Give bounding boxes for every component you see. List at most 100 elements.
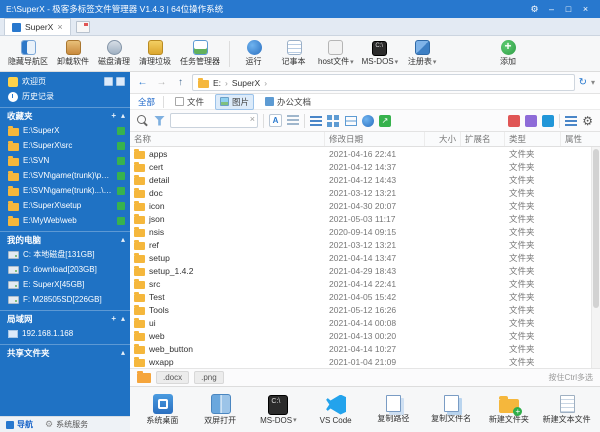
filter-input[interactable] <box>170 113 258 128</box>
file-row[interactable]: web 2021-04-13 00:20 文件夹 <box>130 329 591 342</box>
file-row[interactable]: icon 2021-04-30 20:07 文件夹 <box>130 199 591 212</box>
collapse-icon[interactable]: ▴ <box>121 314 125 323</box>
column-ext[interactable]: 扩展名 <box>461 132 505 146</box>
toolbar-button[interactable]: host文件 ▾ <box>314 38 358 70</box>
file-row[interactable]: setup 2021-04-14 13:47 文件夹 <box>130 251 591 264</box>
file-row[interactable]: apps 2021-04-16 22:41 文件夹 <box>130 147 591 160</box>
file-row[interactable]: Tools 2021-05-12 16:26 文件夹 <box>130 303 591 316</box>
file-row[interactable]: cert 2021-04-12 14:37 文件夹 <box>130 160 591 173</box>
file-row[interactable]: src 2021-04-14 22:41 文件夹 <box>130 277 591 290</box>
file-row[interactable]: ref 2021-03-12 13:21 文件夹 <box>130 238 591 251</box>
up-icon[interactable]: ↑ <box>173 77 188 88</box>
breadcrumb-drive[interactable]: E: <box>213 78 221 88</box>
column-attr[interactable]: 属性 <box>561 132 591 146</box>
new-tab-icon[interactable] <box>76 21 90 33</box>
pinned-marker-icon[interactable] <box>117 157 125 165</box>
add-favorite-icon[interactable]: + <box>111 111 116 120</box>
drive-item[interactable]: E: SuperX[45GB] <box>0 277 130 292</box>
favorite-item[interactable]: E:\SuperX\setup <box>0 198 130 213</box>
vertical-scrollbar[interactable] <box>591 147 600 368</box>
scrollbar-thumb[interactable] <box>593 149 599 308</box>
tab-superx[interactable]: SuperX × <box>4 18 71 35</box>
bottom-toolbar-button[interactable]: 新建文本文件 <box>538 389 596 431</box>
section-lan-header[interactable]: 局域网 + ▴ <box>0 310 130 326</box>
drive-item[interactable]: F: M28505SD[226GB] <box>0 292 130 307</box>
back-icon[interactable]: ← <box>135 77 150 88</box>
toolbar-button[interactable]: 磁盘清理 <box>94 38 135 70</box>
favorite-item[interactable]: E:\MyWeb\web <box>0 213 130 228</box>
collapse-icon[interactable]: ▴ <box>121 111 125 120</box>
tab-navigation[interactable]: 导航 <box>0 417 39 432</box>
search-icon[interactable] <box>137 115 149 127</box>
pinned-marker-icon[interactable] <box>117 142 125 150</box>
lan-item[interactable]: 192.168.1.168 <box>0 326 130 341</box>
sidebar-item-welcome[interactable]: 欢迎页 <box>0 74 130 89</box>
favorite-tool-icon[interactable] <box>508 115 520 127</box>
drive-item[interactable]: D: download[203GB] <box>0 262 130 277</box>
share-icon[interactable]: ↗ <box>379 115 391 127</box>
toolbar-button[interactable]: 卸载软件 <box>53 38 94 70</box>
column-type[interactable]: 类型 <box>505 132 561 146</box>
filter-office[interactable]: 办公文档 <box>261 95 315 109</box>
detail-view-icon[interactable] <box>345 116 357 126</box>
bottom-toolbar-button[interactable]: 系统桌面 <box>134 389 192 431</box>
filter-funnel-icon[interactable] <box>154 116 165 126</box>
file-row[interactable]: nsis 2020-09-14 09:15 文件夹 <box>130 225 591 238</box>
toolbar-button[interactable]: 运行 <box>234 38 274 70</box>
pinned-marker-icon[interactable] <box>117 187 125 195</box>
recent-folder-icon[interactable] <box>137 373 151 383</box>
sort-icon[interactable] <box>287 115 299 126</box>
favorite-item[interactable]: E:\SuperX <box>0 123 130 138</box>
tab-close-icon[interactable]: × <box>57 22 62 32</box>
toolbar-button[interactable]: 隐藏导航区 <box>4 38 53 70</box>
tab-system-services[interactable]: ⚙ 系统服务 <box>39 417 94 432</box>
panel-toggle-icon[interactable] <box>104 77 113 86</box>
section-favorites-header[interactable]: 收藏夹 + ▴ <box>0 107 130 123</box>
bottom-toolbar-button[interactable]: 复制路径 <box>365 389 423 431</box>
bottom-toolbar-button[interactable]: 复制文件名 <box>423 389 481 431</box>
favorite-item[interactable]: E:\SVN\game(trunk)...\application <box>0 183 130 198</box>
file-row[interactable]: ui 2021-04-14 00:08 文件夹 <box>130 316 591 329</box>
forward-icon[interactable]: → <box>154 77 169 88</box>
bottom-toolbar-button[interactable]: MS-DOS ▾ <box>250 389 308 431</box>
sync-icon[interactable] <box>362 115 374 127</box>
column-size[interactable]: 大小 <box>425 132 461 146</box>
pinned-marker-icon[interactable] <box>117 217 125 225</box>
section-computer-header[interactable]: 我的电脑 ▴ <box>0 231 130 247</box>
grid-view-icon[interactable] <box>327 115 332 120</box>
filter-all[interactable]: 全部 <box>138 96 164 108</box>
address-dropdown-icon[interactable]: ▾ <box>591 78 595 87</box>
file-row[interactable]: web_button 2021-04-14 10:27 文件夹 <box>130 342 591 355</box>
file-row[interactable]: detail 2021-04-12 14:43 文件夹 <box>130 173 591 186</box>
favorite-item[interactable]: E:\SuperX\src <box>0 138 130 153</box>
panel-layout-icon[interactable] <box>116 77 125 86</box>
filter-image[interactable]: 图片 <box>215 94 254 110</box>
add-button[interactable]: 添加 <box>488 38 528 70</box>
font-color-icon[interactable]: A <box>269 114 282 127</box>
filter-file[interactable]: 文件 <box>171 95 208 109</box>
close-button[interactable]: × <box>577 4 594 14</box>
view-settings-gear-icon[interactable]: ⚙ <box>582 114 593 128</box>
bottom-toolbar-button[interactable]: 双屏打开 <box>192 389 250 431</box>
maximize-button[interactable]: □ <box>560 4 577 14</box>
toolbar-button[interactable]: 注册表 ▾ <box>402 38 442 70</box>
favorite-item[interactable]: E:\SVN\game(trunk)\pc\SuperX <box>0 168 130 183</box>
pinned-marker-icon[interactable] <box>117 172 125 180</box>
extension-chip[interactable]: .png <box>194 371 224 384</box>
column-date[interactable]: 修改日期 <box>325 132 425 146</box>
collapse-icon[interactable]: ▴ <box>121 235 125 244</box>
theme-tool-icon[interactable] <box>525 115 537 127</box>
bottom-toolbar-button[interactable]: VS Code <box>307 389 365 431</box>
settings-gear-icon[interactable]: ⚙ <box>526 4 543 15</box>
favorite-item[interactable]: E:\SVN <box>0 153 130 168</box>
minimize-button[interactable]: – <box>543 4 560 14</box>
pinned-marker-icon[interactable] <box>117 202 125 210</box>
vscode-tool-icon[interactable] <box>542 115 554 127</box>
section-shared-header[interactable]: 共享文件夹 ▴ <box>0 344 130 360</box>
compact-list-icon[interactable] <box>565 116 577 126</box>
drive-item[interactable]: C: 本地磁盘[131GB] <box>0 247 130 262</box>
sidebar-item-history[interactable]: 历史记录 <box>0 89 130 104</box>
collapse-icon[interactable]: ▴ <box>121 348 125 357</box>
toolbar-button[interactable]: 记事本 <box>274 38 314 70</box>
breadcrumb[interactable]: E: › SuperX › <box>192 74 575 91</box>
